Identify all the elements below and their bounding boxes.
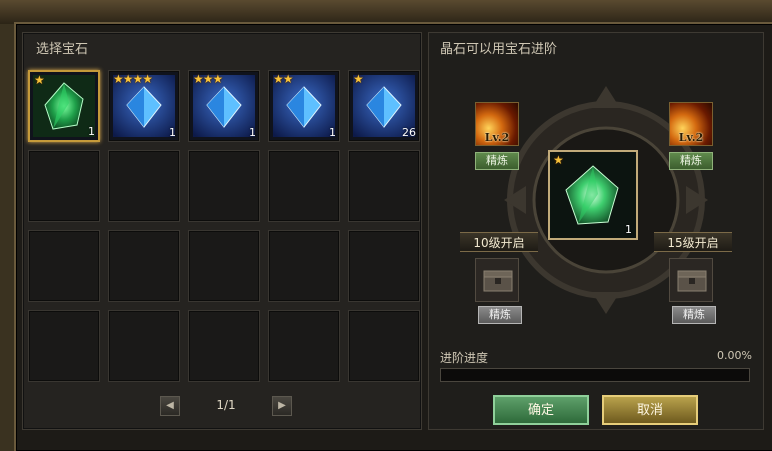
empty-slot[interactable] [268,150,340,222]
refine-tag-right: 精炼 [669,152,713,170]
empty-slot[interactable] [268,310,340,382]
refine-tag-locked-right: 精炼 [672,306,716,324]
item-count: 1 [625,223,632,236]
gem-grid: ★ 1 ★★★★ 1 ★★★ 1 ★★ 1 ★ 26 [28,70,420,382]
progress-value: 0.00% [717,349,752,362]
skill-icon-right[interactable]: Lv.2 [669,102,713,146]
skill-level: Lv.2 [678,131,704,144]
empty-slot[interactable] [108,230,180,302]
star-rating: ★ [34,73,45,87]
empty-slot[interactable] [348,310,420,382]
background-map-strip [0,0,772,24]
gem-slot-4[interactable]: ★★ 1 [268,70,340,142]
star-rating: ★★★ [193,72,223,86]
unlock-level-right: 15级开启 [654,232,732,252]
empty-slot[interactable] [28,150,100,222]
empty-slot[interactable] [348,230,420,302]
empty-slot[interactable] [108,150,180,222]
empty-slot[interactable] [28,230,100,302]
empty-slot[interactable] [188,150,260,222]
item-count: 1 [88,125,95,138]
star-rating: ★★★★ [113,72,153,86]
green-gem-icon [565,165,619,225]
page-indicator: 1/1 [216,398,236,412]
empty-slot[interactable] [188,230,260,302]
skill-icon-left[interactable]: Lv.2 [475,102,519,146]
empty-slot[interactable] [28,310,100,382]
confirm-button[interactable]: 确定 [493,395,589,425]
progress-label: 进阶进度 [440,351,489,365]
locked-chest-icon [475,258,519,302]
skill-level: Lv.2 [484,131,510,144]
star-rating: ★ [553,153,564,167]
refine-tag-left: 精炼 [475,152,519,170]
item-count: 1 [169,126,176,139]
gem-slot-5[interactable]: ★ 26 [348,70,420,142]
pager: ◀ 1/1 ▶ [160,396,292,416]
gem-select-title: 选择宝石 [36,42,89,57]
item-count: 26 [402,126,416,139]
empty-slot[interactable] [268,230,340,302]
star-rating: ★★ [273,72,293,86]
upgrade-title: 晶石可以用宝石进阶 [440,42,558,57]
cancel-button[interactable]: 取消 [602,395,698,425]
gem-slot-1[interactable]: ★ 1 [28,70,100,142]
star-rating: ★ [353,72,364,86]
empty-slot[interactable] [108,310,180,382]
refine-tag-locked-left: 精炼 [478,306,522,324]
item-count: 1 [329,126,336,139]
locked-chest-icon [669,258,713,302]
gem-slot-2[interactable]: ★★★★ 1 [108,70,180,142]
item-count: 1 [249,126,256,139]
empty-slot[interactable] [188,310,260,382]
next-page-button[interactable]: ▶ [272,396,292,416]
gem-slot-3[interactable]: ★★★ 1 [188,70,260,142]
unlock-level-left: 10级开启 [460,232,538,252]
empty-slot[interactable] [348,150,420,222]
prev-page-button[interactable]: ◀ [160,396,180,416]
main-gem-slot[interactable]: ★ 1 [548,150,638,240]
progress-bar [440,368,750,382]
